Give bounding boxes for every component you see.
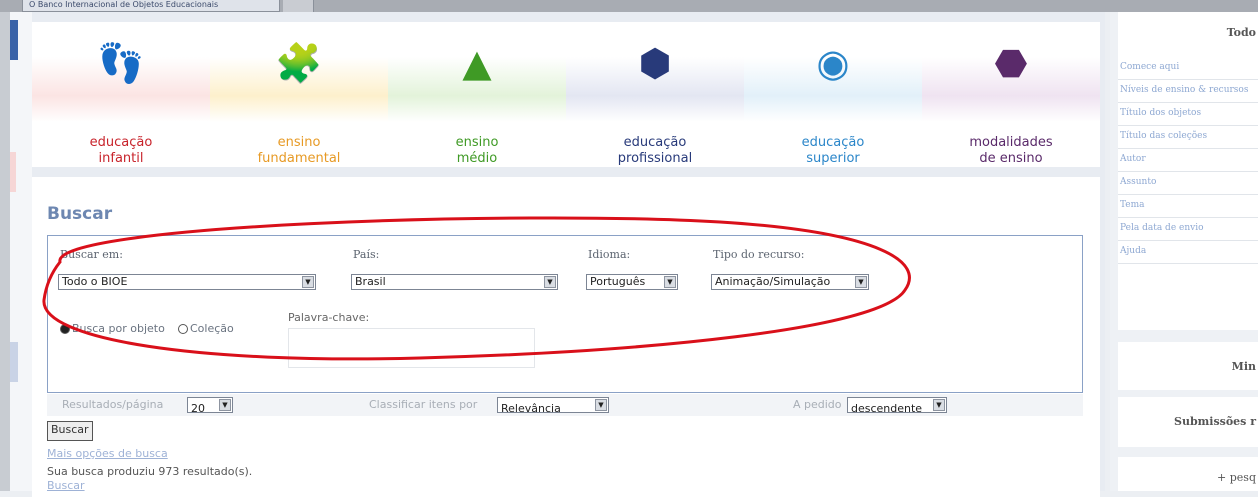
category-label: modalidades de ensino — [969, 135, 1053, 166]
keyword-label: Palavra-chave: — [288, 311, 370, 324]
order-label: A pedido — [793, 398, 842, 411]
category-0[interactable]: 👣 educação infantil — [32, 22, 210, 167]
chevron-down-icon: ▼ — [302, 276, 314, 288]
category-label: educação superior — [801, 135, 865, 166]
country-select[interactable]: Brasil ▼ — [351, 274, 558, 290]
browse-link[interactable]: Título dos objetos — [1118, 103, 1258, 126]
browse-link[interactable]: Ajuda — [1118, 241, 1258, 264]
more-options-link[interactable]: Mais opções de busca — [47, 447, 168, 460]
puzzle-icon: 🧩 — [275, 41, 323, 85]
page-title: Buscar — [47, 204, 113, 224]
browse-link[interactable]: Tema — [1118, 195, 1258, 218]
category-1[interactable]: 🧩 ensino fundamental — [210, 22, 388, 167]
category-label: educação infantil — [89, 135, 153, 166]
search-link[interactable]: Buscar — [47, 479, 85, 492]
footprints-icon: 👣 — [97, 41, 145, 85]
sphere-icon: ◉ — [816, 41, 850, 85]
keyword-input[interactable] — [288, 328, 535, 368]
browser-tab-secondary[interactable] — [283, 0, 314, 12]
left-gutter — [0, 12, 10, 491]
my-box: Min — [1118, 342, 1258, 390]
radio-object[interactable]: Busca por objeto — [60, 322, 165, 335]
left-sidebar — [10, 12, 32, 491]
category-4[interactable]: ◉ educação superior — [744, 22, 922, 167]
more-search-box: + pesq — [1118, 457, 1258, 491]
more-search-heading: + pesq — [1217, 471, 1256, 484]
category-5[interactable]: ⬣ modalidades de ensino — [922, 22, 1100, 167]
sidebar-accent — [10, 20, 18, 60]
scope-label: Buscar em: — [60, 248, 123, 261]
category-2[interactable]: ▲ ensino médio — [388, 22, 566, 167]
chevron-down-icon: ▼ — [855, 276, 867, 288]
country-label: País: — [353, 248, 380, 261]
chevron-down-icon: ▼ — [595, 399, 607, 411]
scope-select[interactable]: Todo o BIOE ▼ — [58, 274, 316, 290]
search-panel: Buscar Buscar em: Todo o BIOE ▼ País: Bra… — [32, 177, 1100, 497]
submissions-heading: Submissões r — [1174, 415, 1256, 428]
browse-link[interactable]: Comece aqui — [1118, 57, 1258, 80]
chevron-down-icon: ▼ — [219, 399, 231, 411]
category-3[interactable]: ⬢ educação profissional — [566, 22, 744, 167]
cube-icon: ⬢ — [638, 41, 672, 85]
category-banner: 👣 educação infantil 🧩 ensino fundamental ▲ ensi… — [32, 22, 1100, 167]
browse-links: Comece aqui Níveis de ensino & recursos Tí… — [1118, 57, 1258, 264]
radio-empty-icon — [178, 324, 188, 334]
browse-link[interactable]: Níveis de ensino & recursos — [1118, 80, 1258, 103]
browse-link[interactable]: Assunto — [1118, 172, 1258, 195]
main-content: 👣 educação infantil 🧩 ensino fundamental ▲ ensi… — [32, 12, 1105, 497]
browse-box: Todo Comece aqui Níveis de ensino & recur… — [1118, 12, 1258, 330]
sort-select[interactable]: Relevância ▼ — [497, 397, 609, 415]
search-form: Buscar em: Todo o BIOE ▼ País: Brasil ▼ Id… — [47, 235, 1083, 393]
order-select[interactable]: descendente ▼ — [847, 397, 947, 415]
my-box-heading: Min — [1231, 360, 1256, 373]
right-sidebar: Todo Comece aqui Níveis de ensino & recur… — [1110, 12, 1258, 491]
pyramid-icon: ▲ — [462, 41, 492, 85]
language-label: Idioma: — [588, 248, 631, 261]
browse-link[interactable]: Título das coleções — [1118, 126, 1258, 149]
browse-link[interactable]: Pela data de envio — [1118, 218, 1258, 241]
results-per-page-label: Resultados/página — [62, 398, 164, 411]
category-label: educação profissional — [617, 135, 693, 166]
search-button[interactable]: Buscar — [47, 421, 93, 441]
category-label: ensino fundamental — [257, 135, 341, 166]
radio-selected-icon — [60, 324, 70, 334]
results-per-page-select[interactable]: 20 ▼ — [187, 397, 233, 415]
sidebar-accent — [10, 342, 18, 382]
browse-link[interactable]: Autor — [1118, 149, 1258, 172]
browse-heading: Todo — [1226, 26, 1256, 39]
polygon-icon: ⬣ — [994, 41, 1028, 85]
type-label: Tipo do recurso: — [713, 248, 805, 261]
type-select[interactable]: Animação/Simulação ▼ — [711, 274, 869, 290]
sort-label: Classificar itens por — [369, 398, 478, 411]
language-select[interactable]: Português ▼ — [586, 274, 678, 290]
submissions-box: Submissões r — [1118, 397, 1258, 447]
chevron-down-icon: ▼ — [544, 276, 556, 288]
results-options: Resultados/página 20 ▼ Classificar itens … — [47, 394, 1083, 416]
radio-collection[interactable]: Coleção — [178, 322, 234, 335]
chevron-down-icon: ▼ — [664, 276, 676, 288]
category-label: ensino médio — [455, 135, 499, 166]
chevron-down-icon: ▼ — [933, 399, 945, 411]
browser-tab[interactable]: O Banco Internacional de Objetos Educaci… — [22, 0, 280, 12]
sidebar-accent — [10, 152, 16, 192]
results-count: Sua busca produziu 973 resultado(s). — [47, 465, 253, 478]
